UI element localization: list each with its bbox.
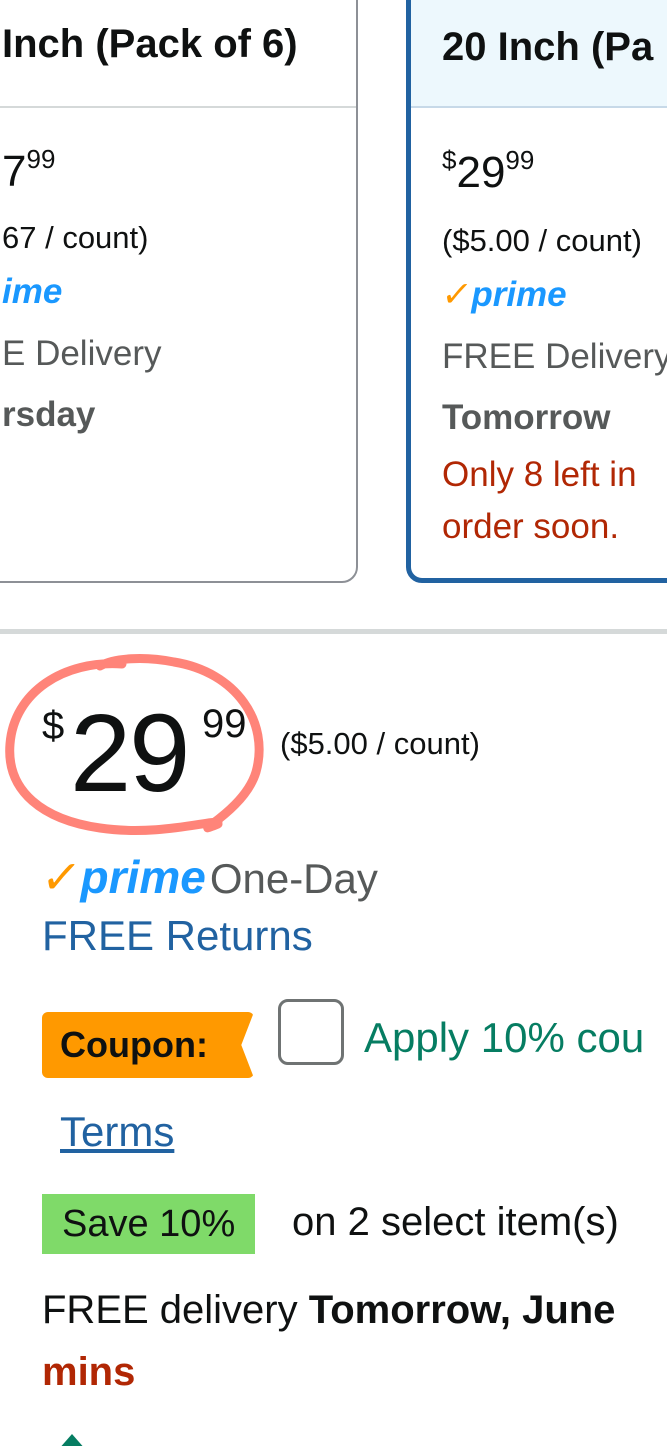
variant-unit-price: 67 / count) [2,220,149,255]
variant-delivery: FREE Delivery [442,337,667,376]
prime-check-icon: ✓ [439,275,475,314]
delivery-info: FREE delivery Tomorrow, June [42,1288,615,1333]
stock-line-2: order soon. [442,507,620,546]
variant-card-pack-of-6[interactable]: Inch (Pack of 6) 799 67 / count) ime E D… [0,0,358,583]
coupon-terms-link[interactable]: Terms [60,1108,174,1156]
variant-card-header: 20 Inch (Pa [411,0,667,108]
prime-label: prime [80,851,206,903]
delivery-prefix: FREE delivery [42,1288,298,1332]
coupon-checkbox[interactable] [278,999,344,1065]
buybox-prime-badge: ✓primeOne-Day [38,850,378,904]
stock-line-1: Only 8 left in [442,455,637,494]
variant-title: 20 Inch (Pa [442,25,654,69]
coupon-badge: Coupon: [42,1012,254,1078]
delivery-date: Tomorrow, June [308,1288,616,1332]
variant-price-fraction: 99 [505,145,535,175]
variant-card-20-inch[interactable]: 20 Inch (Pa $2999 ($5.00 / count) ✓prime… [406,0,667,583]
price-fraction: 99 [202,702,247,746]
prime-check-icon: ✓ [38,851,85,903]
price-whole: 29 [70,692,190,815]
prime-label: ime [2,272,63,311]
buybox-unit-price: ($5.00 / count) [280,726,480,761]
price-currency: $ [42,704,65,748]
save-description[interactable]: on 2 select item(s) [292,1200,619,1245]
product-page: Inch (Pack of 6) 799 67 / count) ime E D… [0,0,667,1446]
variant-delivery-day: Tomorrow [442,398,611,437]
variant-price: $2999 [442,145,534,198]
variant-delivery: E Delivery [2,334,162,373]
variant-price-currency: $ [442,145,457,175]
prime-speed: One-Day [209,855,378,902]
variant-title: Inch (Pack of 6) [2,22,298,66]
variant-card-header: Inch (Pack of 6) [0,0,356,108]
variant-prime-badge: ✓prime [439,275,567,315]
variant-price: 799 [2,144,55,197]
prime-label: prime [471,275,567,314]
save-badge: Save 10% [42,1194,256,1254]
variant-stock-warning: Only 8 left in order soon. [442,449,637,553]
variant-price-whole: 7 [2,147,27,196]
coupon-apply-text[interactable]: Apply 10% cou [364,1014,644,1062]
variant-unit-price: ($5.00 / count) [442,223,642,258]
free-returns-link[interactable]: FREE Returns [42,912,313,960]
variant-delivery-day: rsday [2,395,96,434]
coupon-label: Coupon: [60,1024,208,1065]
delivery-cutoff: mins [42,1350,136,1394]
variant-price-whole: 29 [456,148,506,197]
variant-prime-badge: ime [2,272,62,312]
location-pin-icon [61,1434,83,1446]
variant-price-fraction: 99 [26,144,56,174]
section-divider [0,629,667,634]
